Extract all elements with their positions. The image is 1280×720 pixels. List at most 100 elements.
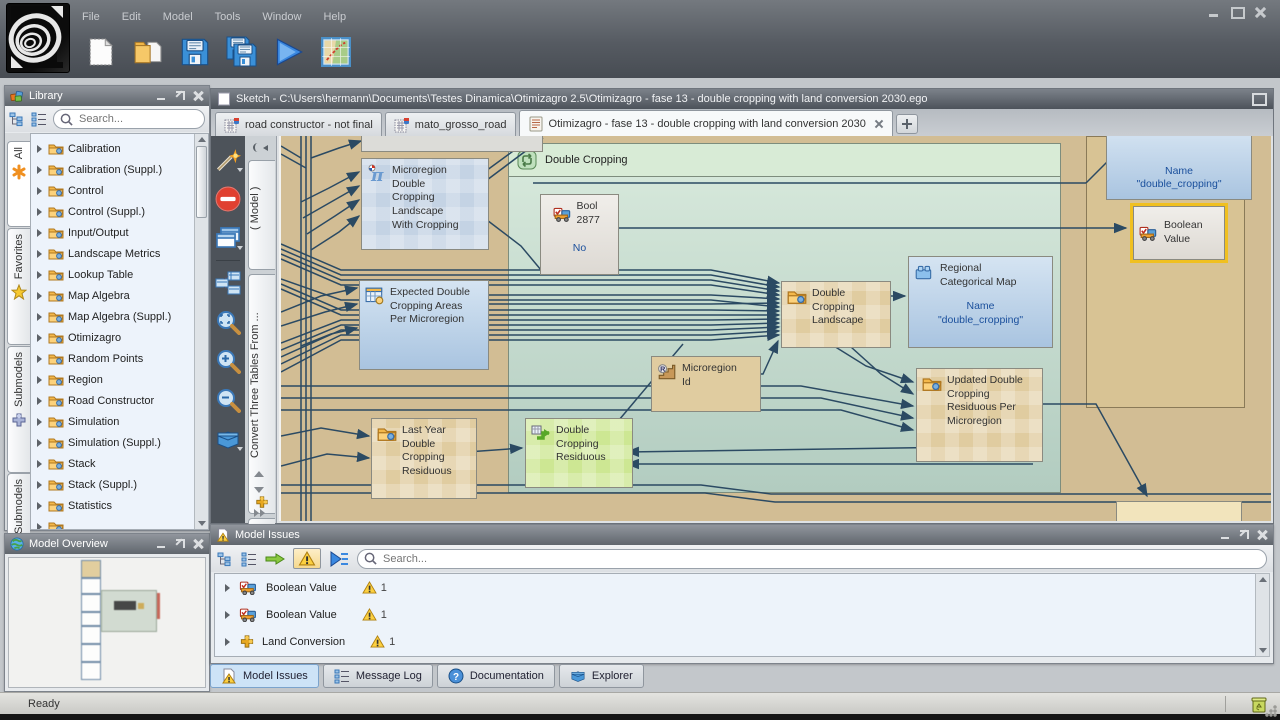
node-updated-double-cropping-residuous[interactable]: Updated Double Cropping Residuous Per Mi… bbox=[916, 368, 1043, 462]
issue-row[interactable]: Land Conversion 1 bbox=[215, 628, 1256, 655]
panel-minimize-icon[interactable] bbox=[156, 91, 168, 101]
expander-icon[interactable] bbox=[37, 229, 42, 237]
panel-close-icon[interactable] bbox=[192, 91, 204, 101]
library-item[interactable]: Random Points bbox=[31, 348, 208, 369]
map-viewer-button[interactable] bbox=[319, 35, 353, 69]
library-item[interactable]: Stack bbox=[31, 453, 208, 474]
side-tab-model[interactable]: ( Model ) bbox=[248, 160, 275, 270]
issues-panel-titlebar[interactable]: Model Issues bbox=[211, 525, 1273, 545]
scrollbar-thumb[interactable] bbox=[196, 146, 207, 218]
strip-scroll-up-icon[interactable] bbox=[254, 471, 264, 477]
collapse-strip-icon[interactable] bbox=[251, 140, 269, 156]
issue-row[interactable]: Boolean Value 1 bbox=[215, 601, 1256, 628]
tab-close-icon[interactable] bbox=[874, 119, 884, 129]
panel-close-icon[interactable] bbox=[1256, 530, 1268, 540]
node-microregion-double-cropping-landscape[interactable]: Microregion Double Cropping Landscape Wi… bbox=[361, 158, 489, 250]
sketch-tab-road-constructor[interactable]: road constructor - not final bbox=[215, 112, 382, 136]
menu-file[interactable]: File bbox=[82, 11, 100, 23]
side-tab-convert-three-tables[interactable]: Convert Three Tables From ... bbox=[248, 274, 275, 514]
panel-minimize-icon[interactable] bbox=[156, 539, 168, 549]
panel-float-icon[interactable] bbox=[1238, 530, 1250, 540]
container-button[interactable] bbox=[214, 425, 242, 453]
clipped-top-node[interactable] bbox=[361, 136, 543, 152]
library-item[interactable]: Control (Suppl.) bbox=[31, 201, 208, 222]
panel-float-icon[interactable] bbox=[174, 91, 186, 101]
expander-icon[interactable] bbox=[37, 523, 42, 531]
menu-model[interactable]: Model bbox=[163, 11, 193, 23]
tab-message-log[interactable]: Message Log bbox=[323, 664, 433, 688]
expander-icon[interactable] bbox=[37, 313, 42, 321]
panel-float-icon[interactable] bbox=[174, 539, 186, 549]
expander-icon[interactable] bbox=[37, 292, 42, 300]
remove-button[interactable] bbox=[214, 185, 242, 213]
expander-icon[interactable] bbox=[37, 187, 42, 195]
library-item[interactable]: Simulation (Suppl.) bbox=[31, 432, 208, 453]
node-regional-categorical-map[interactable]: Regional Categorical Map Name "double_cr… bbox=[908, 256, 1053, 348]
tree-view-icon[interactable] bbox=[9, 111, 25, 127]
run-model-button[interactable] bbox=[272, 35, 306, 69]
library-item[interactable]: Map Algebra bbox=[31, 285, 208, 306]
zoom-fit-button[interactable] bbox=[214, 308, 242, 336]
save-all-button[interactable] bbox=[225, 35, 259, 69]
menu-tools[interactable]: Tools bbox=[215, 11, 241, 23]
expander-icon[interactable] bbox=[37, 271, 42, 279]
menu-edit[interactable]: Edit bbox=[122, 11, 141, 23]
expander-icon[interactable] bbox=[37, 166, 42, 174]
close-icon[interactable] bbox=[1253, 6, 1268, 19]
library-item[interactable]: Control bbox=[31, 180, 208, 201]
library-item[interactable]: Statistics bbox=[31, 495, 208, 516]
auto-layout-button[interactable] bbox=[214, 269, 242, 297]
panel-minimize-icon[interactable] bbox=[1220, 530, 1232, 540]
list-view-icon[interactable] bbox=[31, 111, 47, 127]
library-scrollbar[interactable] bbox=[194, 134, 208, 529]
scroll-down-icon[interactable] bbox=[1259, 648, 1267, 653]
library-item[interactable]: Input/Output bbox=[31, 222, 208, 243]
model-canvas[interactable]: Double Cropping bbox=[279, 136, 1271, 521]
list-view-icon[interactable] bbox=[241, 551, 257, 567]
menu-window[interactable]: Window bbox=[262, 11, 301, 23]
library-item[interactable]: Calibration (Suppl.) bbox=[31, 159, 208, 180]
expander-icon[interactable] bbox=[37, 481, 42, 489]
resize-grip[interactable] bbox=[1264, 704, 1278, 718]
maximize-icon[interactable] bbox=[1230, 6, 1245, 19]
library-panel-titlebar[interactable]: Library bbox=[5, 86, 209, 106]
library-item[interactable] bbox=[31, 516, 208, 530]
overview-panel-titlebar[interactable]: Model Overview bbox=[5, 534, 209, 554]
strip-scroll-down-icon[interactable] bbox=[254, 487, 264, 493]
go-to-issue-icon[interactable] bbox=[265, 552, 285, 566]
sketch-tab-mato-grosso-road[interactable]: mato_grosso_road bbox=[385, 112, 516, 136]
library-item[interactable]: Region bbox=[31, 369, 208, 390]
issue-row[interactable]: Boolean Value 1 bbox=[215, 574, 1256, 601]
minimize-icon[interactable] bbox=[1207, 6, 1222, 19]
tab-model-issues[interactable]: Model Issues bbox=[210, 664, 319, 688]
node-boolean-value-selected[interactable]: Boolean Value bbox=[1133, 206, 1225, 260]
node-microregion-id[interactable]: Microregion Id bbox=[651, 356, 761, 412]
expander-icon[interactable] bbox=[37, 460, 42, 468]
new-tab-button[interactable] bbox=[896, 114, 918, 134]
library-tab-submodels[interactable]: Submodels bbox=[7, 346, 30, 473]
tab-explorer[interactable]: Explorer bbox=[559, 664, 644, 688]
node-bool-2877[interactable]: Bool 2877 No bbox=[540, 194, 619, 275]
library-tab-favorites[interactable]: Favorites bbox=[7, 228, 30, 345]
expander-icon[interactable] bbox=[37, 250, 42, 258]
magic-wand-button[interactable] bbox=[214, 146, 242, 174]
node-name-double-cropping[interactable]: Name "double_cropping" bbox=[1106, 136, 1252, 200]
expander-icon[interactable] bbox=[37, 418, 42, 426]
issues-scrollbar[interactable] bbox=[1255, 573, 1270, 657]
sketch-titlebar[interactable]: Sketch - C:\Users\hermann\Documents\Test… bbox=[211, 89, 1273, 109]
expander-icon[interactable] bbox=[37, 355, 42, 363]
expander-icon[interactable] bbox=[225, 611, 230, 619]
expander-icon[interactable] bbox=[37, 376, 42, 384]
tab-documentation[interactable]: Documentation bbox=[437, 664, 555, 688]
restore-icon[interactable] bbox=[1252, 93, 1267, 106]
tree-view-icon[interactable] bbox=[217, 551, 233, 567]
save-model-button[interactable] bbox=[178, 35, 212, 69]
zoom-in-button[interactable] bbox=[214, 347, 242, 375]
library-item[interactable]: Landscape Metrics bbox=[31, 243, 208, 264]
menu-help[interactable]: Help bbox=[323, 11, 346, 23]
sketch-tab-otimizagro[interactable]: Otimizagro - fase 13 - double cropping w… bbox=[519, 110, 893, 136]
node-last-year-double-cropping-residuous[interactable]: Last Year Double Cropping Residuous bbox=[371, 418, 477, 499]
library-item[interactable]: Otimizagro bbox=[31, 327, 208, 348]
panel-close-icon[interactable] bbox=[192, 539, 204, 549]
library-tab-all[interactable]: All bbox=[7, 141, 30, 227]
